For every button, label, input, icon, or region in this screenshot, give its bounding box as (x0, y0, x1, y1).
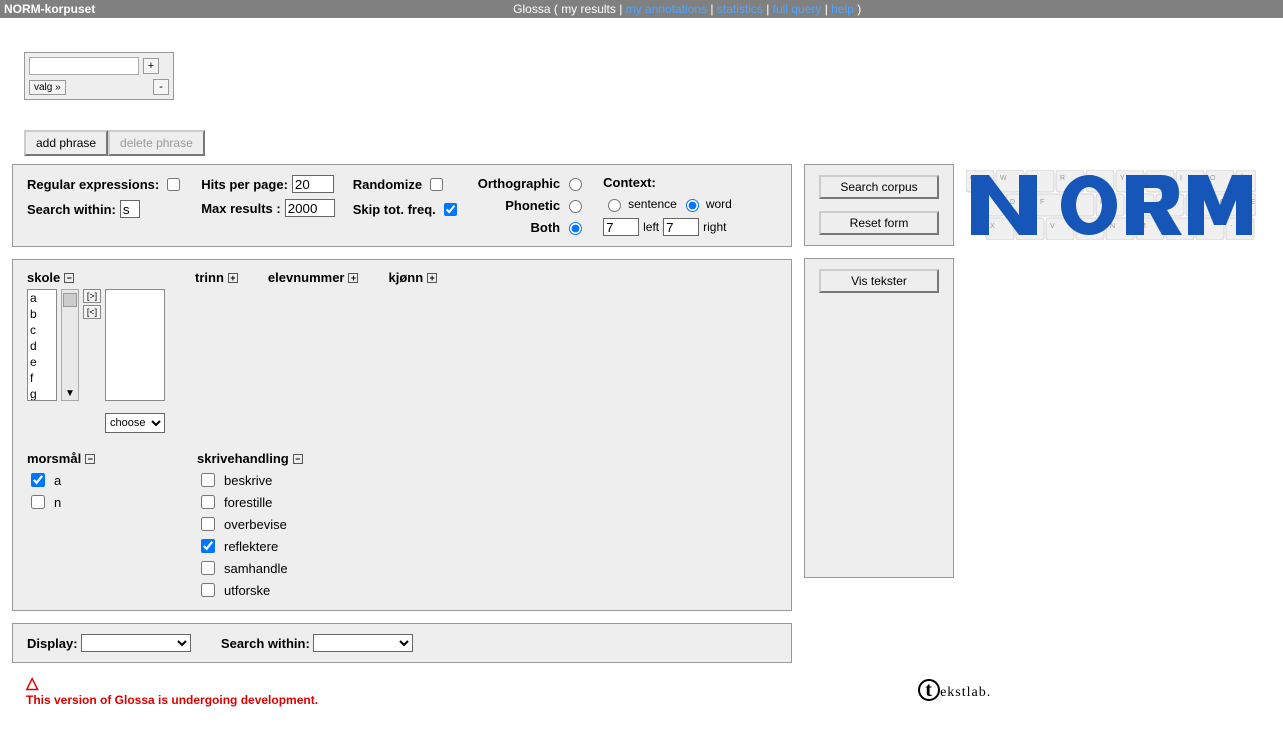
max-input[interactable] (285, 199, 335, 217)
word-label: word (706, 197, 732, 211)
morsmal-n-checkbox[interactable] (31, 495, 45, 509)
elevnummer-toggle[interactable]: + (348, 273, 358, 283)
action-panel: Search corpus Reset form (804, 164, 954, 246)
svg-text:O: O (1210, 175, 1216, 182)
hits-label: Hits per page: (201, 177, 288, 192)
svg-text:I: I (1180, 175, 1182, 182)
context-right-input[interactable] (663, 218, 699, 236)
nav-my-annotations[interactable]: my annotations (626, 2, 707, 16)
filter-kjonn: kjønn + (388, 270, 437, 285)
randomize-label: Randomize (353, 177, 422, 192)
warning-icon: △ (26, 675, 38, 692)
search-corpus-button[interactable]: Search corpus (819, 175, 939, 199)
skole-scrollbar[interactable]: ▲ ▼ (61, 289, 79, 401)
nav-help[interactable]: help (831, 2, 854, 16)
skole-listbox[interactable]: a b c d e f g (27, 289, 57, 401)
both-radio[interactable] (569, 222, 582, 235)
phrase-input[interactable] (29, 57, 139, 75)
svg-text:V: V (1050, 223, 1055, 230)
randomize-checkbox[interactable] (430, 178, 443, 191)
sh-overbevise-checkbox[interactable] (201, 517, 215, 531)
svg-text:Y: Y (1120, 175, 1125, 182)
top-nav: Glossa ( my results | my annotations | s… (513, 0, 861, 18)
scroll-down-icon[interactable]: ▼ (65, 387, 75, 400)
regex-checkbox[interactable] (167, 178, 180, 191)
morsmal-a-checkbox[interactable] (31, 473, 45, 487)
dev-warning: This version of Glossa is undergoing dev… (26, 693, 318, 707)
kjonn-toggle[interactable]: + (427, 273, 437, 283)
sh-forestille-checkbox[interactable] (201, 495, 215, 509)
max-label: Max results : (201, 201, 280, 216)
morsmal-item-n: n (27, 492, 167, 512)
filter-skrivehandling: skrivehandling − beskrive forestille ove… (197, 451, 303, 600)
both-label: Both (531, 220, 561, 235)
phonetic-label: Phonetic (505, 198, 560, 213)
reset-form-button[interactable]: Reset form (819, 211, 939, 235)
display-label: Display: (27, 636, 78, 651)
skrivehandling-toggle[interactable]: − (293, 454, 303, 464)
display-panel: Display: Search within: (12, 623, 792, 663)
left-label: left (643, 220, 659, 234)
choose-select[interactable]: choose (105, 413, 165, 433)
filter-skole: skole − a b c d e f g (27, 270, 165, 433)
valg-button[interactable]: valg » (29, 80, 66, 95)
phrase-box: + valg » - (24, 52, 174, 100)
add-phrase-button[interactable]: add phrase (24, 130, 108, 156)
nav-my-results[interactable]: my results (561, 2, 616, 16)
display-search-within-select[interactable] (313, 634, 413, 652)
svg-text:R: R (1060, 175, 1065, 182)
filter-elevnummer: elevnummer + (268, 270, 359, 285)
move-right-button[interactable]: [>] (83, 289, 101, 303)
context-label: Context: (603, 175, 732, 190)
footer: △ This version of Glossa is undergoing d… (26, 673, 1271, 707)
move-left-button[interactable]: [<] (83, 305, 101, 319)
scroll-thumb[interactable] (63, 293, 77, 307)
search-within-label: Search within: (27, 202, 116, 217)
phrase-minus-button[interactable]: - (153, 79, 169, 95)
right-label: right (703, 220, 726, 234)
ortho-radio[interactable] (569, 178, 582, 191)
sh-reflektere-checkbox[interactable] (201, 539, 215, 553)
morsmal-item-a: a (27, 470, 167, 490)
phonetic-radio[interactable] (569, 200, 582, 213)
skole-toggle[interactable]: − (64, 273, 74, 283)
display-select[interactable] (81, 634, 191, 652)
vis-panel: Vis tekster (804, 258, 954, 578)
nav-full-query[interactable]: full query (773, 2, 822, 16)
skip-label: Skip tot. freq. (353, 202, 436, 217)
search-within-input[interactable] (120, 200, 140, 218)
corpus-title: NORM-korpuset (4, 0, 95, 18)
filter-morsmal: morsmål − a n (27, 451, 167, 512)
word-radio[interactable] (686, 199, 699, 212)
sentence-label: sentence (628, 197, 677, 211)
svg-text:F: F (1040, 199, 1044, 206)
delete-phrase-button[interactable]: delete phrase (108, 130, 205, 156)
phrase-plus-button[interactable]: + (143, 58, 159, 74)
hits-input[interactable] (292, 175, 334, 193)
search-options-panel: Regular expressions: Search within: Hits… (12, 164, 792, 247)
svg-text:X: X (990, 223, 995, 230)
ortho-label: Orthographic (478, 176, 560, 191)
svg-text:W: W (1000, 175, 1007, 182)
context-left-input[interactable] (603, 218, 639, 236)
norm-logo: Q W E R T Y U I O Å S D F G H J K (966, 164, 1266, 243)
skip-checkbox[interactable] (444, 203, 457, 216)
sh-utforske-checkbox[interactable] (201, 583, 215, 597)
regex-label: Regular expressions: (27, 177, 159, 192)
display-search-within-label: Search within: (221, 636, 310, 651)
phrase-buttons: add phrasedelete phrase (24, 130, 1271, 156)
filters-panel: skole − a b c d e f g (12, 259, 792, 611)
svg-text:N: N (1110, 223, 1115, 230)
vis-tekster-button[interactable]: Vis tekster (819, 269, 939, 293)
tekstlab-logo: tekstlab. (918, 679, 991, 701)
trinn-toggle[interactable]: + (228, 273, 238, 283)
top-bar: NORM-korpuset Glossa ( my results | my a… (0, 0, 1283, 18)
sentence-radio[interactable] (608, 199, 621, 212)
sh-beskrive-checkbox[interactable] (201, 473, 215, 487)
morsmal-toggle[interactable]: − (85, 454, 95, 464)
skole-selected-listbox[interactable] (105, 289, 165, 401)
filter-trinn: trinn + (195, 270, 238, 285)
sh-samhandle-checkbox[interactable] (201, 561, 215, 575)
nav-statistics[interactable]: statistics (717, 2, 763, 16)
